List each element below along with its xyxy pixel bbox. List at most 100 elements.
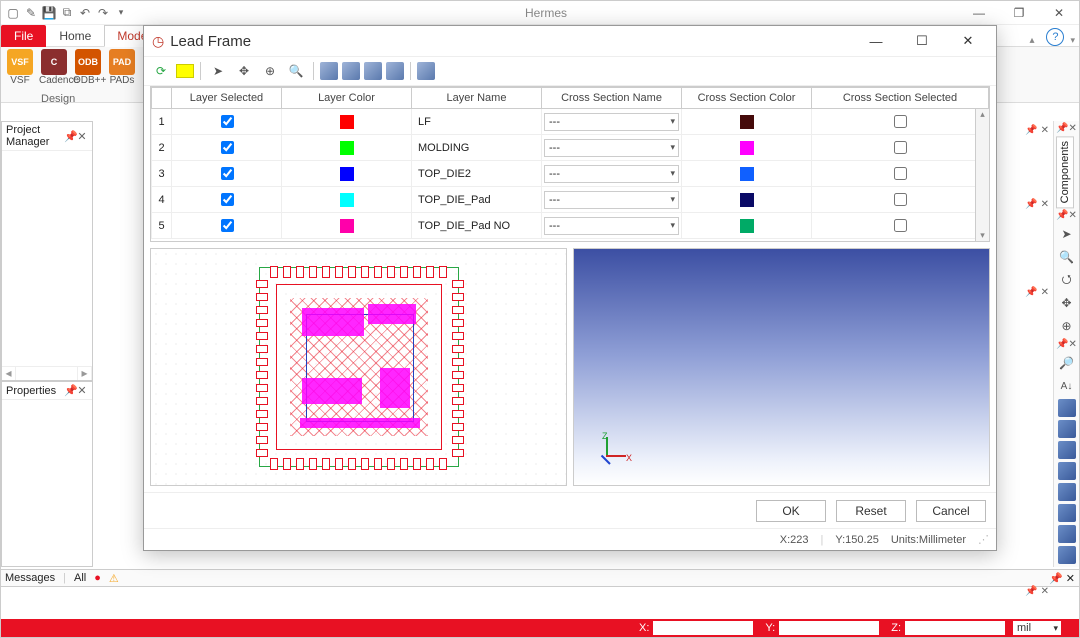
- tool-az-icon[interactable]: A↓: [1057, 376, 1077, 396]
- cross-section-selected-checkbox[interactable]: [812, 161, 989, 187]
- tool-zoom-icon[interactable]: ⊕: [259, 60, 281, 82]
- messages-all-tab[interactable]: All: [74, 572, 86, 584]
- view-cube5-icon[interactable]: [417, 62, 435, 80]
- layer-grid-scrollbar[interactable]: ▴▾: [975, 109, 989, 241]
- cross-section-color-swatch[interactable]: [682, 213, 812, 239]
- tool-orbit-icon[interactable]: ⭯: [1057, 270, 1077, 290]
- messages-tab[interactable]: Messages: [5, 572, 55, 584]
- qat-redo-icon[interactable]: ↷: [95, 5, 111, 21]
- view-cube4-icon[interactable]: [386, 62, 404, 80]
- tool-refresh-icon[interactable]: ⟳: [150, 60, 172, 82]
- cross-section-name-select[interactable]: ---: [542, 109, 682, 135]
- cross-section-name-select[interactable]: ---: [542, 187, 682, 213]
- tool-highlight-icon[interactable]: [176, 64, 194, 78]
- tool-measure-icon[interactable]: 🔎: [1057, 353, 1077, 373]
- tool-zoom-window-icon[interactable]: 🔍: [285, 60, 307, 82]
- layer-color-swatch[interactable]: [282, 135, 412, 161]
- cross-section-selected-checkbox[interactable]: [812, 213, 989, 239]
- layer-color-swatch[interactable]: [282, 109, 412, 135]
- qat-saveall-icon[interactable]: ⧉: [59, 5, 75, 21]
- ribbon-tab-file[interactable]: File: [1, 25, 46, 47]
- tool-select-icon[interactable]: ➤: [1057, 224, 1077, 244]
- pin-icon[interactable]: 📌✕: [1054, 123, 1079, 134]
- cross-section-color-swatch[interactable]: [682, 161, 812, 187]
- view-left-icon[interactable]: [1058, 462, 1076, 480]
- app-close-button[interactable]: ✕: [1039, 1, 1079, 25]
- layer-selected-checkbox[interactable]: [172, 135, 282, 161]
- qat-open-icon[interactable]: ✎: [23, 5, 39, 21]
- col-cs-name[interactable]: Cross Section Name: [542, 88, 682, 109]
- ribbon-tab-home[interactable]: Home: [46, 25, 104, 47]
- layer-selected-checkbox[interactable]: [172, 161, 282, 187]
- help-more-icon[interactable]: ▾: [1070, 35, 1079, 46]
- qat-more-icon[interactable]: ▾: [113, 5, 129, 21]
- pin-icon[interactable]: 📌✕: [1054, 339, 1079, 350]
- layer-color-swatch[interactable]: [282, 187, 412, 213]
- error-icon[interactable]: ●: [94, 572, 101, 584]
- pin-icon[interactable]: 📌✕: [1054, 210, 1079, 221]
- tool-zoom-area-icon[interactable]: 🔍: [1057, 247, 1077, 267]
- layer-color-swatch[interactable]: [282, 161, 412, 187]
- cross-section-name-select[interactable]: ---: [542, 213, 682, 239]
- ribbon-collapse-icon[interactable]: ▴: [1023, 35, 1040, 46]
- status-z-field[interactable]: [905, 621, 1005, 635]
- layer-selected-checkbox[interactable]: [172, 109, 282, 135]
- app-minimize-button[interactable]: —: [959, 1, 999, 25]
- layer-selected-checkbox[interactable]: [172, 213, 282, 239]
- layer-selected-checkbox[interactable]: [172, 187, 282, 213]
- qat-save-icon[interactable]: 💾: [41, 5, 57, 21]
- pin-icon[interactable]: 📌: [64, 130, 76, 143]
- dialog-titlebar[interactable]: ◷ Lead Frame — ☐ ✕: [144, 26, 996, 56]
- view-cube2-icon[interactable]: [342, 62, 360, 80]
- cancel-button[interactable]: Cancel: [916, 500, 986, 522]
- layer-color-swatch[interactable]: [282, 213, 412, 239]
- reset-button[interactable]: Reset: [836, 500, 906, 522]
- view-back-icon[interactable]: [1058, 441, 1076, 459]
- status-y-field[interactable]: [779, 621, 879, 635]
- panel-pm-scrollbar[interactable]: ◂▸: [2, 366, 92, 380]
- col-cs-selected[interactable]: Cross Section Selected: [812, 88, 989, 109]
- tool-pointer-icon[interactable]: ➤: [207, 60, 229, 82]
- view-front-icon[interactable]: [1058, 420, 1076, 438]
- pin-icon[interactable]: 📌: [64, 384, 76, 397]
- app-restore-button[interactable]: ❐: [999, 1, 1039, 25]
- tool-move-icon[interactable]: ✥: [233, 60, 255, 82]
- dialog-minimize-button[interactable]: —: [856, 34, 896, 49]
- pin-icon[interactable]: 📌 ✕: [1025, 125, 1049, 136]
- view-fit-icon[interactable]: [1058, 546, 1076, 564]
- cross-section-selected-checkbox[interactable]: [812, 109, 989, 135]
- tab-components[interactable]: Components: [1056, 136, 1074, 208]
- viewport-2d[interactable]: // pads around package (function(){ var …: [150, 248, 567, 486]
- cross-section-name-select[interactable]: ---: [542, 135, 682, 161]
- cross-section-name-select[interactable]: ---: [542, 161, 682, 187]
- status-x-field[interactable]: [653, 621, 753, 635]
- ribbon-button-cadence[interactable]: CCadence: [39, 49, 69, 86]
- pin-icon[interactable]: 📌 ✕: [1025, 586, 1049, 597]
- view-top-icon[interactable]: [1058, 504, 1076, 522]
- view-iso-icon[interactable]: [1058, 399, 1076, 417]
- pin-icon[interactable]: 📌 ✕: [1025, 287, 1049, 298]
- cross-section-selected-checkbox[interactable]: [812, 187, 989, 213]
- cross-section-color-swatch[interactable]: [682, 135, 812, 161]
- pin-icon[interactable]: 📌 ✕: [1025, 199, 1049, 210]
- dialog-maximize-button[interactable]: ☐: [902, 33, 942, 49]
- dialog-close-button[interactable]: ✕: [948, 33, 988, 49]
- cross-section-color-swatch[interactable]: [682, 187, 812, 213]
- cross-section-color-swatch[interactable]: [682, 109, 812, 135]
- close-icon[interactable]: ✕: [76, 384, 88, 397]
- col-cs-color[interactable]: Cross Section Color: [682, 88, 812, 109]
- close-icon[interactable]: ✕: [76, 130, 88, 143]
- ok-button[interactable]: OK: [756, 500, 826, 522]
- qat-new-icon[interactable]: ▢: [5, 5, 21, 21]
- status-unit-select[interactable]: mil: [1013, 621, 1061, 635]
- resize-grip-icon[interactable]: ⋰: [978, 533, 986, 546]
- col-index[interactable]: [152, 88, 172, 109]
- view-cube1-icon[interactable]: [320, 62, 338, 80]
- pin-icon[interactable]: 📌 ✕: [1049, 572, 1075, 585]
- view-right-icon[interactable]: [1058, 483, 1076, 501]
- warning-icon[interactable]: ⚠: [109, 572, 119, 585]
- tool-zoom-icon[interactable]: ⊕: [1057, 316, 1077, 336]
- col-layer-color[interactable]: Layer Color: [282, 88, 412, 109]
- ribbon-button-pads[interactable]: PADPADs: [107, 49, 137, 86]
- viewport-3d[interactable]: Z X: [573, 248, 990, 486]
